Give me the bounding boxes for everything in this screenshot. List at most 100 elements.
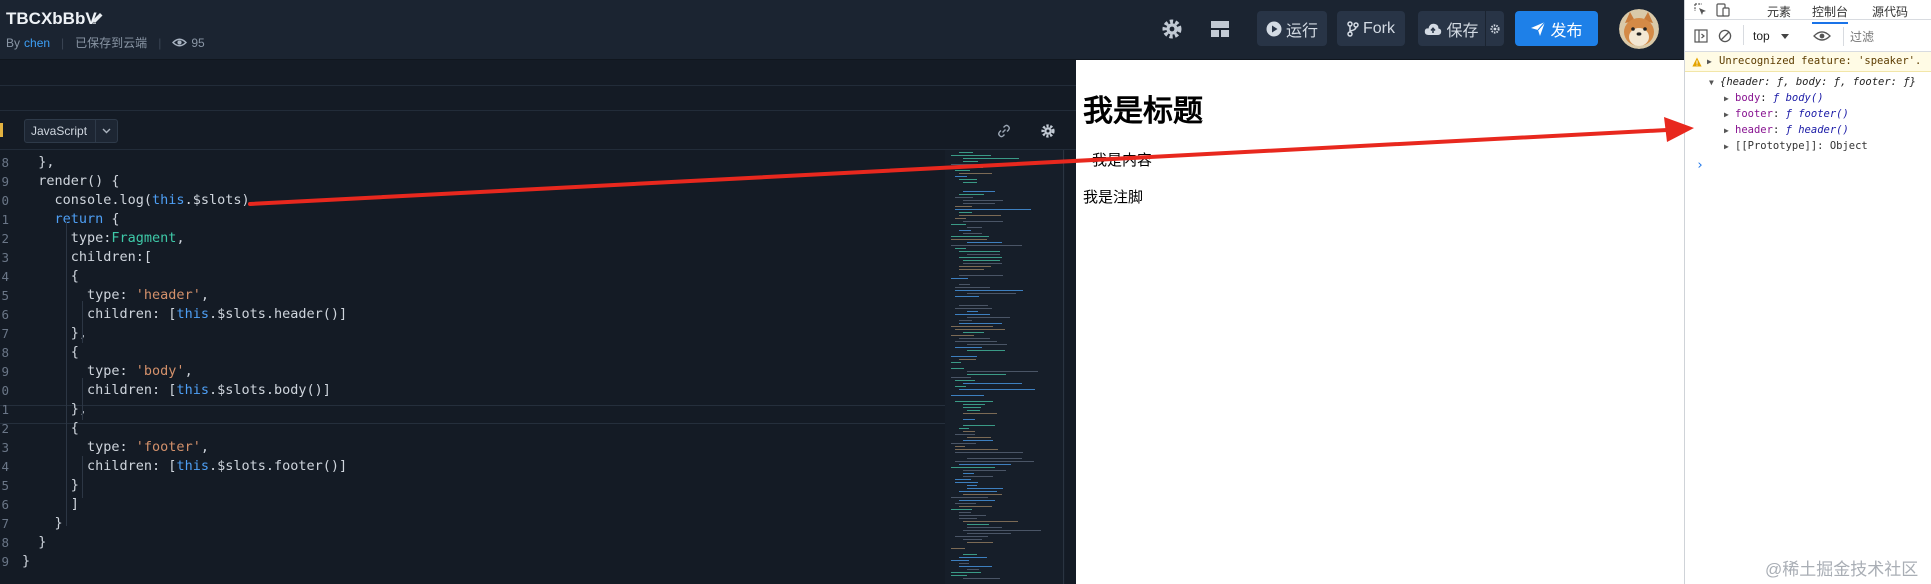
editor-settings-icon[interactable] xyxy=(1040,123,1056,139)
console-property-row[interactable]: ▶ footer: ƒ footer() xyxy=(1724,108,1849,120)
save-button[interactable]: 保存 xyxy=(1418,11,1485,46)
run-button[interactable]: 运行 xyxy=(1257,11,1327,46)
minimap-line xyxy=(967,485,977,486)
code-area[interactable]: 8 }, 9 render() {0 console.log(this.$slot… xyxy=(0,146,945,584)
context-select[interactable]: top xyxy=(1753,29,1790,43)
console-prototype-row[interactable]: ▶ [[Prototype]]: Object xyxy=(1724,140,1868,152)
code-line[interactable]: 8 } xyxy=(0,533,945,552)
tab-sources[interactable]: 源代码 xyxy=(1872,3,1908,20)
editor-divider xyxy=(0,110,1076,111)
device-toggle-icon[interactable] xyxy=(1716,3,1730,17)
property-key: footer xyxy=(1735,108,1773,120)
code-line[interactable]: 4 { xyxy=(0,267,945,286)
code-line[interactable]: 9} xyxy=(0,552,945,571)
code-line[interactable]: 0 console.log(this.$slots) xyxy=(0,191,945,210)
minimap-line xyxy=(951,278,968,279)
code-text: console.log(this.$slots) xyxy=(22,191,250,210)
line-number: 5 xyxy=(1,288,9,303)
console-filter-input[interactable] xyxy=(1843,27,1931,46)
minimap-line xyxy=(963,233,982,234)
code-line[interactable]: 4 children: [this.$slots.footer()] xyxy=(0,457,945,476)
pencil-icon[interactable] xyxy=(91,11,105,25)
code-text: ] xyxy=(22,495,79,514)
sidebar-toggle-icon[interactable] xyxy=(1694,29,1708,43)
console-warning-row[interactable]: ▶ Unrecognized feature: 'speaker'. xyxy=(1685,52,1931,72)
minimap-line xyxy=(959,173,992,174)
code-token: 'footer' xyxy=(135,439,201,455)
line-number: 9 xyxy=(1,174,9,189)
line-number: 8 xyxy=(1,535,9,550)
code-line[interactable]: 7 } xyxy=(0,514,945,533)
code-line[interactable]: 8 }, xyxy=(0,153,945,172)
code-line[interactable]: 6 ] xyxy=(0,495,945,514)
project-title[interactable]: TBCXbBbV xyxy=(6,9,97,29)
code-line[interactable]: 2 type:Fragment, xyxy=(0,229,945,248)
minimap-line xyxy=(963,494,1002,495)
code-line[interactable]: 0 children: [this.$slots.body()] xyxy=(0,381,945,400)
code-minimap[interactable] xyxy=(945,150,1065,584)
code-token: this xyxy=(152,192,185,208)
layout-grid-icon[interactable] xyxy=(1208,17,1232,41)
live-expression-eye-icon[interactable] xyxy=(1813,29,1831,43)
minimap-line xyxy=(951,368,964,369)
preview-footer-text: 我是注脚 xyxy=(1083,189,1144,206)
publish-button[interactable]: 发布 xyxy=(1515,11,1598,46)
code-line[interactable]: 1 return { xyxy=(0,210,945,229)
code-line[interactable]: 2 { xyxy=(0,419,945,438)
minimap-line xyxy=(959,266,991,267)
code-text: children: [this.$slots.footer()] xyxy=(22,457,347,476)
inspect-element-icon[interactable] xyxy=(1694,3,1708,17)
settings-gear-icon[interactable] xyxy=(1160,17,1184,41)
expand-triangle-icon: ▶ xyxy=(1724,94,1729,103)
minimap-line xyxy=(955,296,979,297)
line-number: 4 xyxy=(1,269,9,284)
minimap-line xyxy=(955,206,972,207)
minimap-line xyxy=(967,437,991,438)
code-text: children: [this.$slots.header()] xyxy=(22,305,347,324)
minimap-scrollbar[interactable] xyxy=(1063,150,1064,584)
prototype-text: [[Prototype]]: Object xyxy=(1735,140,1868,152)
code-token: } xyxy=(22,515,63,531)
console-prompt[interactable]: › xyxy=(1696,158,1704,173)
code-line[interactable]: 1 }, xyxy=(0,400,945,419)
minimap-line xyxy=(959,194,984,195)
user-avatar[interactable] xyxy=(1619,9,1659,49)
code-line[interactable]: 5 type: 'header', xyxy=(0,286,945,305)
publish-label: 发布 xyxy=(1550,22,1583,40)
minimap-line xyxy=(963,539,982,540)
context-label: top xyxy=(1753,29,1770,43)
code-line[interactable]: 9 type: 'body', xyxy=(0,362,945,381)
minimap-line xyxy=(951,164,993,165)
code-line[interactable]: 6 children: [this.$slots.header()] xyxy=(0,305,945,324)
minimap-line xyxy=(967,371,1038,372)
code-token: .$slots.body()] xyxy=(208,382,331,398)
code-text: { xyxy=(22,419,79,438)
minimap-line xyxy=(959,491,997,492)
fork-button[interactable]: Fork xyxy=(1337,11,1405,46)
save-settings-button[interactable] xyxy=(1486,11,1504,46)
code-token: .$slots.header()] xyxy=(208,306,348,322)
code-token: , xyxy=(176,230,185,246)
console-property-row[interactable]: ▶ header: ƒ header() xyxy=(1724,124,1849,136)
language-select[interactable]: JavaScript xyxy=(24,119,118,143)
code-token: } xyxy=(22,477,79,493)
code-line[interactable]: 7 }, xyxy=(0,324,945,343)
console-object-summary[interactable]: ▼ {header: ƒ, body: ƒ, footer: ƒ} xyxy=(1709,76,1916,88)
minimap-line xyxy=(951,575,967,576)
code-line[interactable]: 3 children:[ xyxy=(0,248,945,267)
minimap-line xyxy=(951,497,988,498)
code-token: { xyxy=(22,344,79,360)
clear-console-icon[interactable] xyxy=(1718,29,1732,43)
author-link[interactable]: chen xyxy=(24,36,50,50)
link-icon[interactable] xyxy=(996,123,1012,139)
code-token: this xyxy=(176,306,209,322)
code-line[interactable]: 5 } xyxy=(0,476,945,495)
code-text: type:Fragment, xyxy=(22,229,185,248)
code-line[interactable]: 3 type: 'footer', xyxy=(0,438,945,457)
tab-elements[interactable]: 元素 xyxy=(1767,3,1791,20)
code-line[interactable]: 9 render() { xyxy=(0,172,945,191)
preview-heading: 我是标题 xyxy=(1083,95,1203,128)
play-icon xyxy=(1266,21,1282,36)
console-property-row[interactable]: ▶ body: ƒ body() xyxy=(1724,92,1824,104)
code-line[interactable]: 8 { xyxy=(0,343,945,362)
